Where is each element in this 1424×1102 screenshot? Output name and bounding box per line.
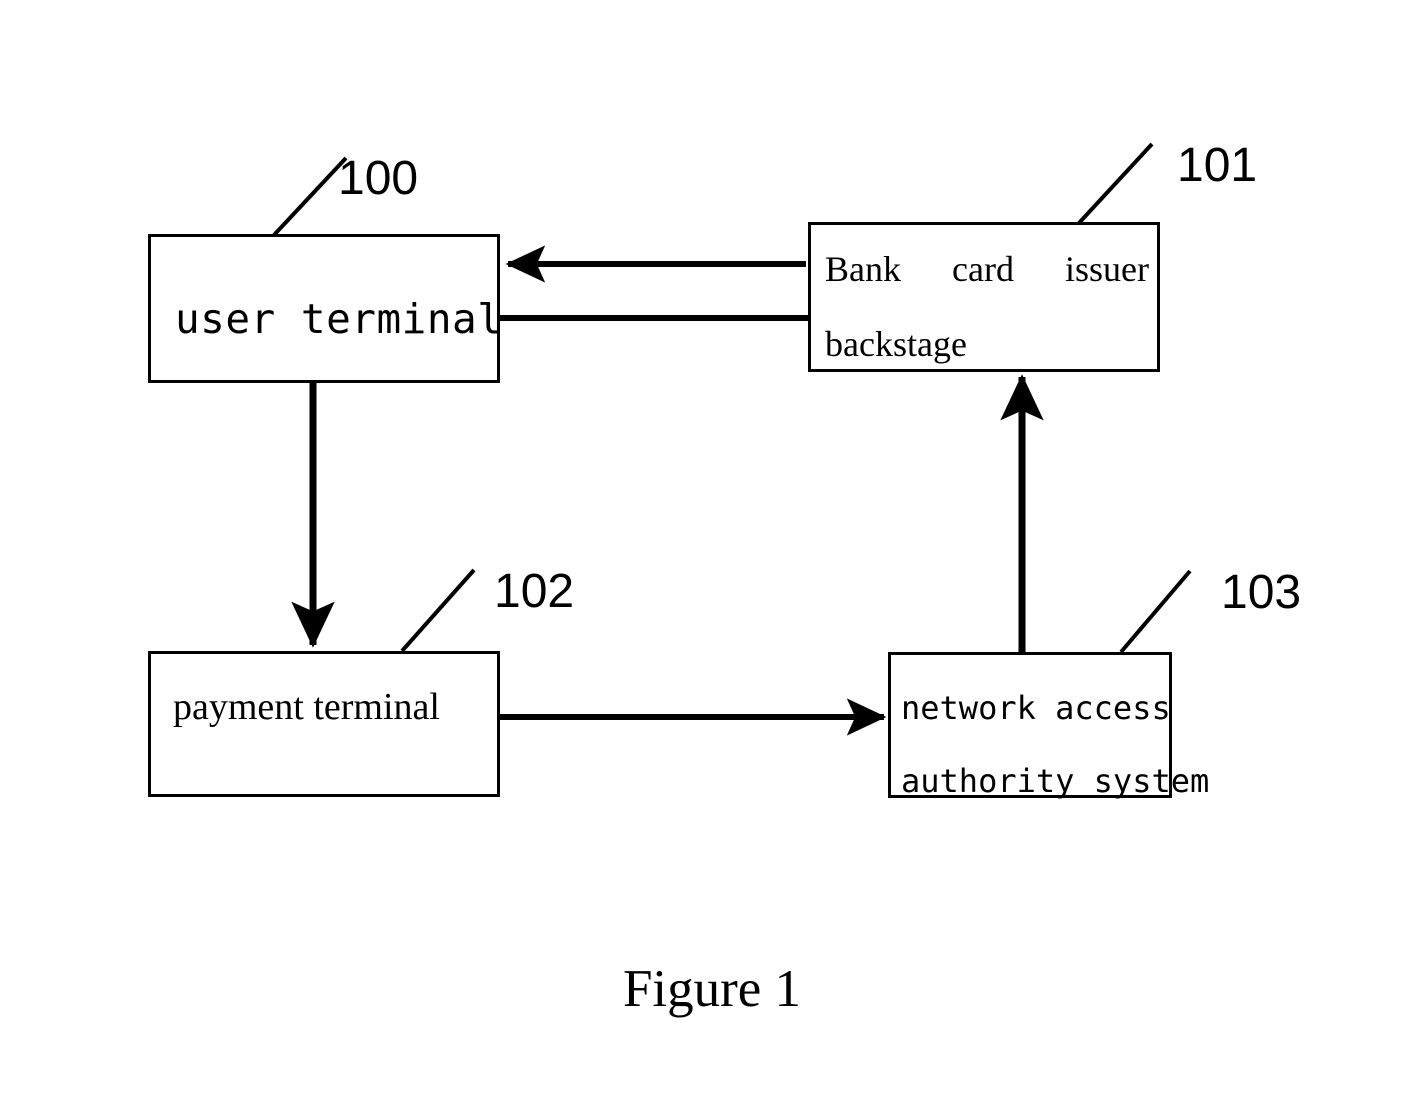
- node-bank-card-issuer-backstage-line1: Bank card issuer: [825, 251, 1149, 287]
- node-payment-terminal: payment terminal: [148, 651, 500, 797]
- leader-line-103: [1119, 569, 1192, 654]
- node-user-terminal-label: user terminal: [175, 295, 503, 343]
- figure-caption: Figure 1: [622, 960, 802, 1018]
- node-bank-label-word-bank: Bank: [825, 249, 901, 289]
- figure-diagram: user terminal Bank card issuer backstage…: [0, 0, 1424, 1102]
- reference-numeral-100: 100: [338, 152, 419, 205]
- node-user-terminal: user terminal: [148, 234, 503, 383]
- node-bank-card-issuer-backstage-line2: backstage: [825, 324, 967, 364]
- node-bank-label-word-issuer: issuer: [1064, 249, 1149, 289]
- reference-numeral-102: 102: [494, 565, 575, 618]
- reference-numeral-101: 101: [1177, 139, 1258, 192]
- reference-numeral-103: 103: [1221, 566, 1302, 619]
- node-network-access-authority-system: network access authority system: [888, 652, 1209, 798]
- leader-line-101: [1077, 142, 1154, 225]
- node-network-access-label-line1: network access: [901, 689, 1171, 727]
- node-bank-card-issuer-backstage: Bank card issuer backstage: [808, 222, 1160, 372]
- node-bank-label-word-card: card: [952, 249, 1014, 289]
- node-payment-terminal-label: payment terminal: [173, 686, 440, 728]
- leader-line-100: [272, 156, 348, 237]
- leader-line-102: [400, 568, 476, 653]
- node-network-access-label-line2: authority system: [901, 762, 1210, 800]
